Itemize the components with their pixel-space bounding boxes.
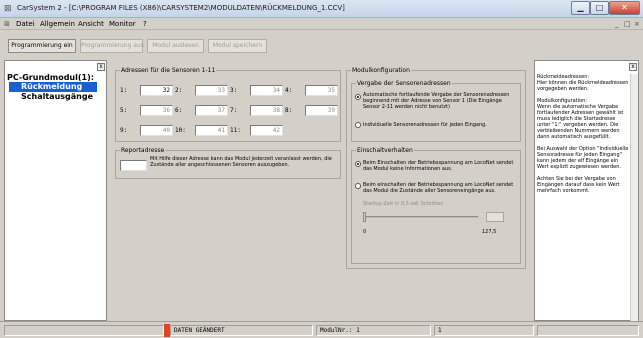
report-description: Mit Hilfe dieser Adresse kann das Modul … [150,156,332,168]
help-close-button[interactable]: x [629,63,637,71]
title-bar: ⊠ CarSystem 2 - [C:\PROGRAM FILES (X86)\… [0,0,643,18]
sensor-label: 5: [120,107,128,114]
status-cell-right [537,325,639,336]
startup-time-value-box [486,212,504,222]
slider-max-label: 127,5 [482,229,497,235]
sensor-label: 6: [175,107,183,114]
menu-ansicht[interactable]: Ansicht [78,20,104,28]
help-scrollbar[interactable] [630,74,638,321]
individual-address-radio[interactable] [355,122,361,128]
config-area: Adressen für die Sensoren 1-11 1: 32 2: 33 3… [111,60,531,321]
sensor-label: 7: [230,107,238,114]
startup-time-label: Startup-Zeit in 0,5 sek Schritten [363,201,444,207]
modul-auslesen-button[interactable]: Modul auslesen [147,39,204,53]
status-bar: DATEN GEÄNDERT ModulNr.: 1 1 [0,321,643,338]
status-message: DATEN GEÄNDERT [170,325,313,336]
toolbar: Programmierung ein Programmierung aus Mo… [0,31,643,60]
programmierung-ein-button[interactable]: Programmierung ein [8,39,76,53]
menu-bar: ⊠ Datei Allgemein Ansicht Monitor ? _ □ … [0,18,643,30]
sensor-address-input[interactable]: 37 [195,105,228,116]
menu-datei[interactable]: Datei [16,20,35,28]
status-modulnr: ModulNr.: 1 [316,325,431,336]
sensor-label: 4: [285,87,293,94]
status-change-indicator [164,324,170,337]
help-panel: x Rückmeldeadressen: Hier können die Rüc… [534,60,639,321]
sensor-address-input[interactable]: 34 [250,85,283,96]
no-info-radio[interactable] [355,161,361,167]
tree-item-schaltausgaenge[interactable]: Schaltausgänge [21,92,93,101]
sensor-address-input[interactable]: 36 [140,105,173,116]
send-states-label[interactable]: Beim einschalten der Betriebsspannung am… [363,182,517,194]
menu-monitor[interactable]: Monitor [109,20,136,28]
tree-root[interactable]: PC-Grundmodul(1): [7,73,94,82]
sensor-address-input[interactable]: 35 [305,85,338,96]
address-assignment-legend: Vergabe der Sensorenadressen [357,80,451,87]
minimize-button[interactable]: ▁ [571,1,590,15]
window-title: CarSystem 2 - [C:\PROGRAM FILES (X86)\CA… [17,4,345,12]
sensor-address-input[interactable]: 40 [140,125,173,136]
mdi-minimize-button[interactable]: _ [615,20,619,28]
menu-help[interactable]: ? [143,20,147,28]
send-states-radio[interactable] [355,183,361,189]
tree-item-rueckmeldung[interactable]: Rückmeldung [9,82,97,92]
document-icon[interactable]: ⊠ [4,20,10,28]
sensor-address-input[interactable]: 32 [140,85,173,96]
slider-thumb[interactable] [363,212,366,222]
programmierung-aus-button[interactable]: Programmierung aus [80,39,144,53]
sensor-label: 2: [175,87,183,94]
menu-allgemein[interactable]: Allgemein [40,20,75,28]
sensor-address-input[interactable]: 39 [305,105,338,116]
auto-address-radio[interactable] [355,94,361,100]
startup-behaviour-legend: Einschaltverhalten [357,147,413,154]
sensor-label: 1: [120,87,128,94]
individual-address-label[interactable]: Individuelle Sensorenadressen für jeden … [363,122,517,128]
status-value: 1 [434,325,534,336]
modul-speichern-button[interactable]: Modul speichern [208,39,267,53]
sensor-label: 9: [120,127,128,134]
close-button[interactable]: ✕ [609,1,640,15]
app-icon: ⊠ [4,4,12,14]
sensor-address-input[interactable]: 42 [250,125,283,136]
report-address-input[interactable] [120,160,147,171]
slider-min-label: 0 [363,229,367,235]
sensor-address-input[interactable]: 33 [195,85,228,96]
module-config-legend: Modulkonfiguration [352,67,410,74]
report-address-legend: Reportadresse [121,147,165,154]
sensor-label: 8: [285,107,293,114]
sensor-address-legend: Adressen für die Sensoren 1-11 [121,67,216,74]
sensor-address-input[interactable]: 38 [250,105,283,116]
help-text: Rückmeldeadressen: Hier können die Rückm… [537,74,629,194]
sensor-label: 11: [230,127,241,134]
auto-address-label[interactable]: Automatische fortlaufende Vergabe der Se… [363,92,517,110]
sensor-label: 10: [175,127,186,134]
module-tree-panel: x PC-Grundmodul(1): Rückmeldung Schaltau… [4,60,107,321]
mdi-close-button[interactable]: × [634,20,640,28]
sensor-address-input[interactable]: 41 [195,125,228,136]
sensor-label: 3: [230,87,238,94]
no-info-label[interactable]: Beim Einschalten der Betriebsspannung am… [363,160,517,172]
maximize-button[interactable]: □ [590,1,609,15]
startup-time-slider[interactable] [363,212,478,222]
mdi-restore-button[interactable]: □ [624,20,631,28]
tree-close-button[interactable]: x [97,63,105,71]
status-cell-empty [4,325,164,336]
address-assignment-group: Vergabe der Sensorenadressen [351,80,521,142]
